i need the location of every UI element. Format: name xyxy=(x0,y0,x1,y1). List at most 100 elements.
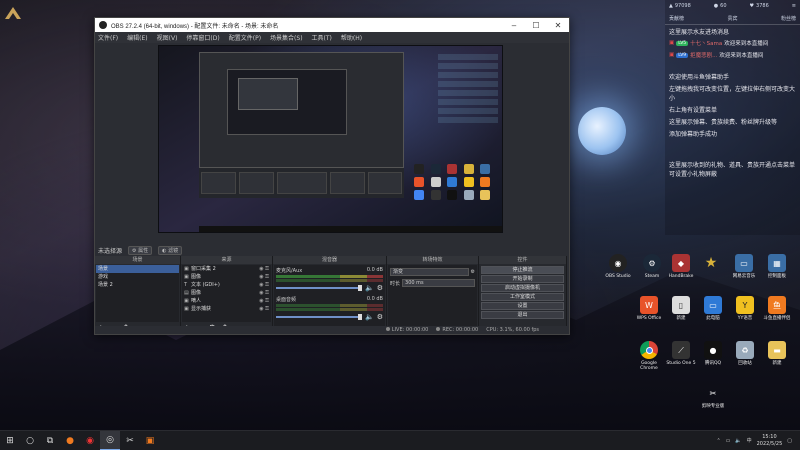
speaker-icon[interactable]: 🔈 xyxy=(735,438,741,444)
volume-slider[interactable] xyxy=(276,285,362,291)
minimize-icon[interactable]: – xyxy=(503,21,525,30)
duration-label: 时长 xyxy=(390,280,401,287)
controls-dock: 控件 停止推流 开始录制 启动虚拟摄像机 工作室模式 设置 退出 xyxy=(479,256,567,334)
rec-status: REC: 00:00:00 xyxy=(436,327,478,333)
visibility-icon[interactable]: ◉ ⚿ xyxy=(259,265,269,273)
scene-item[interactable]: 游戏 xyxy=(96,273,179,281)
intro-line: 左键拖拽我可改变位置，左键拉伸右侧可改变大小 xyxy=(669,86,796,102)
volume-slider-handle[interactable] xyxy=(358,314,362,320)
firefox-icon[interactable]: ● xyxy=(60,431,80,450)
tab-contribution[interactable]: 贡献榜 xyxy=(669,15,684,22)
source-item[interactable]: ▣ 显示捕获 ◉ ⚿ xyxy=(182,305,271,313)
status-bar: LIVE: 00:00:00 REC: 00:00:00 CPU: 3.1%, … xyxy=(95,326,569,334)
source-item[interactable]: ▤ 图像 ◉ ⚿ xyxy=(182,289,271,297)
scenes-title: 场景 xyxy=(95,256,180,264)
desktop-icon-yy[interactable]: Y YY语音 xyxy=(728,296,762,321)
menu-docks[interactable]: 停靠窗口(D) xyxy=(186,33,219,42)
menu-file[interactable]: 文件(F) xyxy=(98,33,118,42)
notification-icon[interactable]: ▢ xyxy=(787,438,792,444)
chat-tabs: 贡献榜 贵宾 粉丝榜 xyxy=(665,9,800,25)
search-icon[interactable]: ○ xyxy=(20,431,40,450)
tab-vip[interactable]: 贵宾 xyxy=(727,15,737,22)
desktop-icon-recycle-bin[interactable]: ♻ 回收站 xyxy=(728,341,762,366)
visibility-icon[interactable]: ◉ ⚿ xyxy=(259,305,269,313)
task-view-icon[interactable]: ⧉ xyxy=(40,431,60,450)
visibility-icon[interactable]: ◉ ⚿ xyxy=(259,289,269,297)
source-item[interactable]: T 文本 (GDI+) ◉ ⚿ xyxy=(182,281,271,289)
menu-view[interactable]: 视图(V) xyxy=(157,33,178,42)
stop-streaming-button[interactable]: 停止推流 xyxy=(481,266,564,274)
taskbar: ⊞ ○ ⧉ ● ◉ ◎ ✂ ▣ ⌃ ▭ 🔈 中 15:10 2022/5/25 … xyxy=(0,430,800,450)
qq-icon: ● xyxy=(704,341,722,359)
menu-icon[interactable]: ≡ xyxy=(792,3,796,9)
clock[interactable]: 15:10 2022/5/25 xyxy=(757,434,783,448)
properties-button[interactable]: ⚙ 属性 xyxy=(128,245,153,255)
desktop-icon-capcut[interactable]: ✂ 剪映专业版 xyxy=(696,384,730,409)
desktop-icon-pc[interactable]: ▭ 此电脑 xyxy=(696,296,730,321)
nested-taskbar xyxy=(199,226,502,232)
settings-button[interactable]: 设置 xyxy=(481,302,564,310)
desktop-icon-computer[interactable]: ▭ 网易云音乐 xyxy=(727,254,761,279)
desktop-icon-wps[interactable]: W WPS Office xyxy=(632,296,666,321)
speaker-icon[interactable]: 🔈 xyxy=(365,284,374,292)
close-icon[interactable]: ✕ xyxy=(547,21,569,30)
network-icon[interactable]: ▭ xyxy=(726,438,731,444)
danmaku-overlay[interactable]: ▲ 97098 ● 60 ♥ 3786 ≡ 贡献榜 贵宾 粉丝榜 这里展示水友进场消息… xyxy=(665,0,800,235)
volume-slider-handle[interactable] xyxy=(358,285,362,291)
controls-body: 停止推流 开始录制 启动虚拟摄像机 工作室模式 设置 退出 xyxy=(479,265,566,320)
source-item[interactable]: ▣ 嘀人 ◉ ⚿ xyxy=(182,297,271,305)
desktop-icon-chrome[interactable]: Google Chrome xyxy=(632,341,666,371)
input-language[interactable]: 中 xyxy=(747,437,752,444)
gear-icon[interactable]: ⚙ xyxy=(377,284,383,292)
desktop-icon-qq[interactable]: ● 腾讯QQ xyxy=(696,341,730,366)
menu-profile[interactable]: 配置文件(P) xyxy=(229,33,261,42)
desktop-icon-control-panel[interactable]: ▦ 控制面板 xyxy=(760,254,794,279)
obs-window[interactable]: OBS 27.2.4 (64-bit, windows) - 配置文件: 未命名… xyxy=(94,17,570,335)
scene-item[interactable]: 场景 xyxy=(96,265,179,273)
maximize-icon[interactable]: ☐ xyxy=(525,21,547,30)
tray-chevron-icon[interactable]: ⌃ xyxy=(716,438,720,444)
menu-help[interactable]: 帮助(H) xyxy=(341,33,362,42)
gear-icon[interactable]: ⚙ xyxy=(377,313,383,321)
speaker-icon[interactable]: 🔈 xyxy=(365,313,374,321)
tab-fans[interactable]: 粉丝榜 xyxy=(781,15,796,22)
start-recording-button[interactable]: 开始录制 xyxy=(481,275,564,283)
obs-icon[interactable]: ◎ xyxy=(100,430,120,450)
visibility-icon[interactable]: ◉ ⚿ xyxy=(259,281,269,289)
volume-slider[interactable] xyxy=(276,314,362,320)
start-icon[interactable]: ⊞ xyxy=(0,431,20,450)
menu-scene-collection[interactable]: 场景集合(S) xyxy=(270,33,303,42)
filters-button[interactable]: ◐ 滤镜 xyxy=(158,245,183,255)
capcut-icon[interactable]: ✂ xyxy=(120,431,140,450)
obs-titlebar[interactable]: OBS 27.2.4 (64-bit, windows) - 配置文件: 未命名… xyxy=(95,18,569,32)
source-item[interactable]: ▣ 图像 ◉ ⚿ xyxy=(182,273,271,281)
visibility-icon[interactable]: ◉ ⚿ xyxy=(259,297,269,305)
netease-icon[interactable]: ◉ xyxy=(80,431,100,450)
desktop-icon-star[interactable]: ★ xyxy=(694,254,728,274)
douyu-icon[interactable]: ▣ xyxy=(140,431,160,450)
transition-select[interactable]: 渐变 xyxy=(390,268,469,276)
control-panel-icon: ▦ xyxy=(768,254,786,272)
desktop-icon-folder[interactable]: ▬ 新建 xyxy=(760,341,794,366)
handbrake-icon: ◆ xyxy=(672,254,690,272)
exit-button[interactable]: 退出 xyxy=(481,311,564,319)
channel-level: 0.0 dB xyxy=(366,296,383,302)
desktop-icon-file[interactable]: ▯ 新建 xyxy=(664,296,698,321)
duration-input[interactable]: 300 ms xyxy=(402,279,475,287)
gift-notice: 这里展示收到的礼物、道具、贵族开通点击菜单可设置小礼物屏蔽 xyxy=(669,162,796,178)
start-virtual-camera-button[interactable]: 启动虚拟摄像机 xyxy=(481,284,564,292)
desktop-icon-douyu[interactable]: 鱼斗鱼直播伴侣 xyxy=(760,296,794,321)
desktop-icon-handbrake[interactable]: ◆ HandBrake xyxy=(664,254,698,279)
desktop-icon-obs[interactable]: ◉ OBS Studio xyxy=(601,254,635,279)
intro-line: 欢迎使用斗鱼弹幕助手 xyxy=(669,74,730,81)
heart-icon: ♥ xyxy=(749,3,755,9)
visibility-icon[interactable]: ◉ ⚿ xyxy=(259,273,269,281)
preview-canvas[interactable] xyxy=(158,45,503,233)
menu-edit[interactable]: 编辑(E) xyxy=(127,33,147,42)
source-item[interactable]: ▣ 窗口采集 2 ◉ ⚿ xyxy=(182,265,271,273)
scene-item[interactable]: 场景 2 xyxy=(96,281,179,289)
gear-icon[interactable]: ⚙ xyxy=(471,269,475,275)
menu-tools[interactable]: 工具(T) xyxy=(312,33,332,42)
desktop-icon-studio-one[interactable]: ⟋ Studio One 5 xyxy=(664,341,698,366)
studio-mode-button[interactable]: 工作室模式 xyxy=(481,293,564,301)
